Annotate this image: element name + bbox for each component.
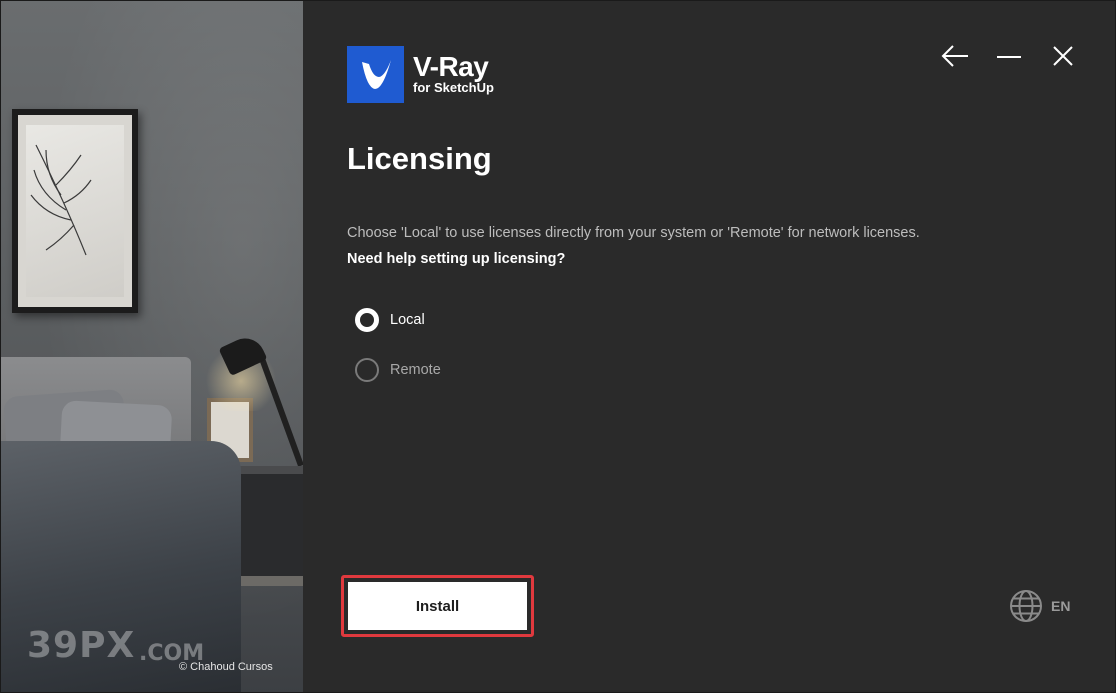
content-panel: V-Ray for SketchUp Licensing Choose 'Loc [303, 1, 1115, 692]
radio-unchecked-icon[interactable] [355, 358, 379, 382]
installer-window: 39PX .COM © Chahoud Cursos V-Ray for Ske… [0, 0, 1116, 693]
globe-icon [1010, 590, 1042, 622]
watermark: 39PX [27, 625, 136, 666]
radio-checked-icon[interactable] [355, 308, 379, 332]
license-option-label: Local [390, 312, 425, 328]
bedroom-photo: 39PX .COM © Chahoud Cursos [1, 1, 303, 692]
arrow-left-icon [941, 45, 968, 67]
close-button[interactable] [1045, 41, 1081, 71]
palm-leaf-art [30, 144, 92, 256]
install-highlight: Install [341, 575, 534, 637]
wall-picture-frame [12, 109, 138, 313]
licensing-description: Choose 'Local' to use licenses directly … [347, 225, 920, 241]
back-button[interactable] [937, 41, 973, 71]
language-selector[interactable]: EN [1009, 589, 1070, 623]
product-logo: V-Ray for SketchUp [413, 53, 494, 95]
logo-subtitle: for SketchUp [413, 80, 494, 95]
minimize-icon [997, 56, 1021, 58]
close-icon [1053, 46, 1073, 66]
install-button[interactable]: Install [348, 582, 527, 630]
logo-title: V-Ray [413, 51, 489, 82]
minimize-button[interactable] [991, 41, 1027, 71]
license-option-local[interactable]: Local [355, 308, 425, 332]
license-option-remote[interactable]: Remote [355, 358, 441, 382]
language-code: EN [1051, 598, 1071, 614]
vray-logo-icon [347, 46, 404, 103]
window-controls [937, 41, 1081, 71]
photo-credit: © Chahoud Cursos [179, 661, 273, 673]
page-title: Licensing [347, 141, 492, 176]
license-option-label: Remote [390, 362, 441, 378]
licensing-help-link[interactable]: Need help setting up licensing? [347, 251, 565, 267]
